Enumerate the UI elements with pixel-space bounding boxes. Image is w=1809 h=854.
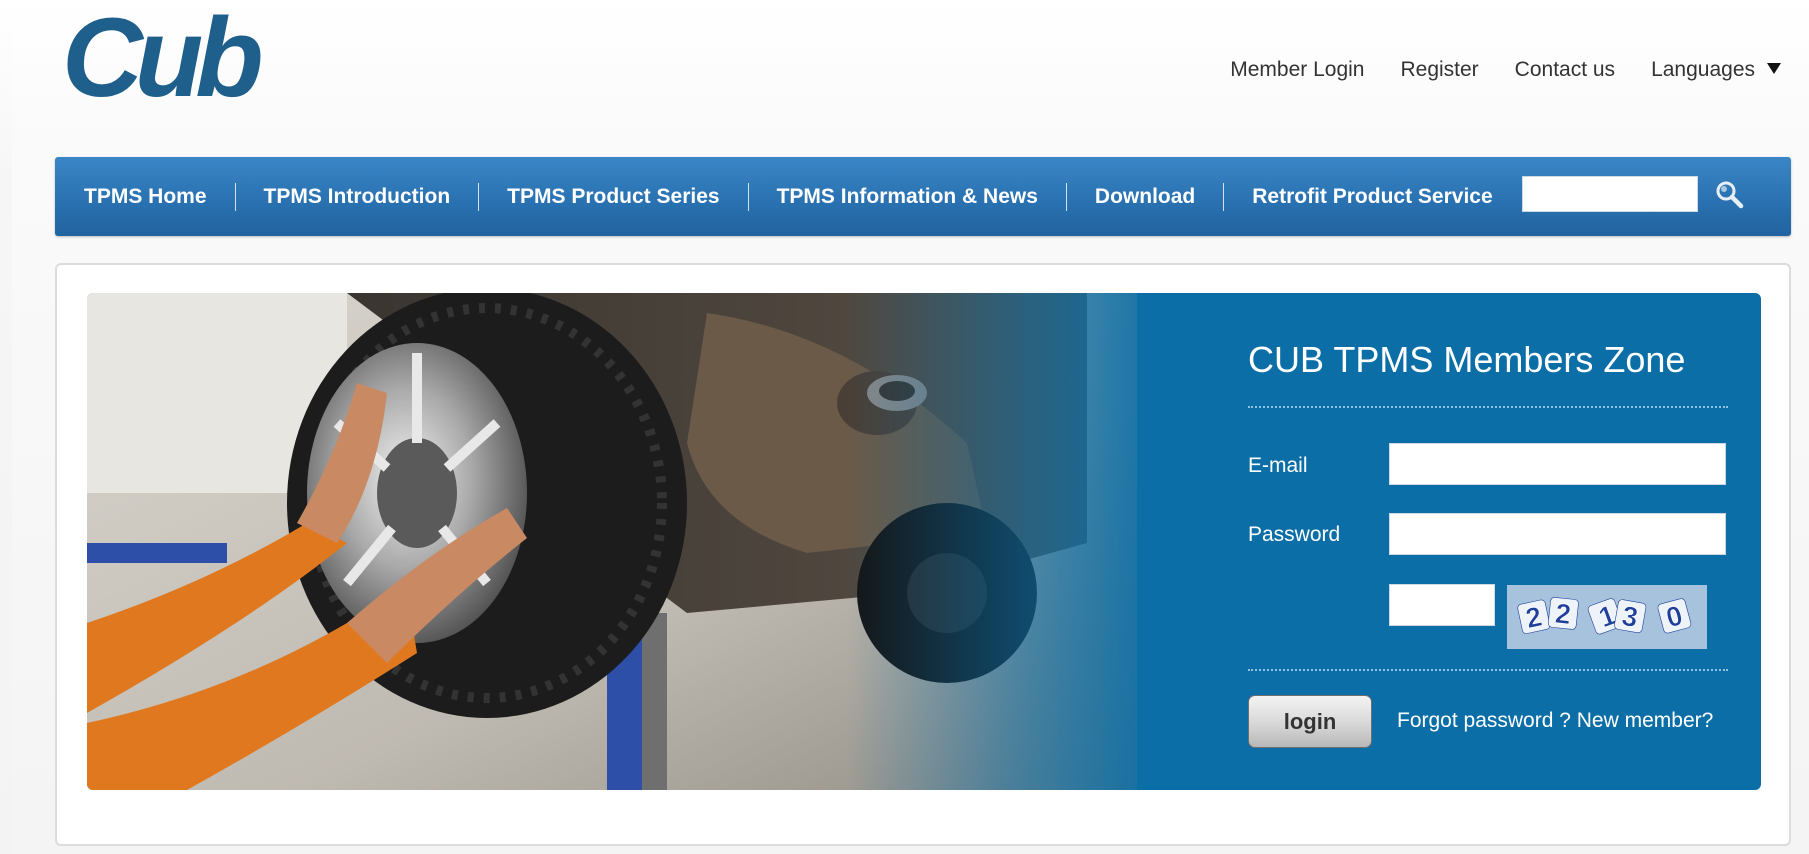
members-zone-title: CUB TPMS Members Zone	[1248, 339, 1686, 380]
login-button[interactable]: login	[1248, 695, 1372, 748]
login-panel: CUB TPMS Members Zone E-mail Password 2 …	[1248, 293, 1748, 790]
page: Cub Member Login Register Contact us Lan…	[12, 0, 1809, 854]
top-links: Member Login Register Contact us Languag…	[1230, 58, 1781, 82]
search-input[interactable]	[1522, 176, 1698, 212]
nav-divider	[1065, 182, 1067, 211]
nav-divider	[1223, 182, 1225, 211]
languages-dropdown[interactable]: Languages	[1651, 58, 1781, 82]
contact-link[interactable]: Contact us	[1515, 58, 1615, 82]
new-member-link[interactable]: New member?	[1577, 709, 1714, 732]
email-label: E-mail	[1248, 454, 1308, 477]
nav-retrofit-product-service[interactable]: Retrofit Product Service	[1224, 183, 1520, 211]
cub-logo-graphic: Cub	[62, 0, 269, 120]
password-field[interactable]	[1389, 513, 1726, 555]
members-banner: CUB TPMS Members Zone E-mail Password 2 …	[87, 293, 1761, 790]
svg-text:Cub: Cub	[62, 6, 261, 116]
password-label: Password	[1248, 523, 1341, 546]
dotted-divider	[1248, 406, 1728, 408]
email-field[interactable]	[1389, 443, 1726, 485]
dotted-divider	[1248, 669, 1728, 671]
member-login-link[interactable]: Member Login	[1230, 58, 1364, 82]
captcha-input[interactable]	[1389, 584, 1495, 626]
nav-tpms-product-series[interactable]: TPMS Product Series	[479, 183, 747, 211]
account-links: Forgot password ? New member?	[1397, 709, 1713, 733]
nav-divider	[747, 182, 749, 211]
nav-divider	[478, 182, 480, 211]
nav-download[interactable]: Download	[1067, 183, 1223, 211]
cub-logo[interactable]: Cub	[62, 0, 292, 120]
nav-tpms-home[interactable]: TPMS Home	[55, 183, 235, 211]
captcha-image: 2 2 1 3 0	[1507, 585, 1707, 649]
image-fade	[847, 293, 1177, 790]
captcha-graphic: 2 2 1 3 0	[1507, 585, 1707, 649]
content-box: CUB TPMS Members Zone E-mail Password 2 …	[55, 263, 1791, 846]
svg-text:2: 2	[1554, 598, 1573, 630]
main-nav: TPMS Home TPMS Introduction TPMS Product…	[55, 157, 1791, 236]
search-icon[interactable]	[1714, 179, 1746, 211]
languages-label: Languages	[1651, 58, 1755, 81]
chevron-down-icon	[1767, 62, 1781, 74]
nav-divider	[234, 182, 236, 211]
forgot-password-link[interactable]: Forgot password ?	[1397, 709, 1571, 732]
nav-tpms-introduction[interactable]: TPMS Introduction	[236, 183, 479, 211]
register-link[interactable]: Register	[1400, 58, 1478, 82]
nav-tpms-information-news[interactable]: TPMS Information & News	[749, 183, 1066, 211]
